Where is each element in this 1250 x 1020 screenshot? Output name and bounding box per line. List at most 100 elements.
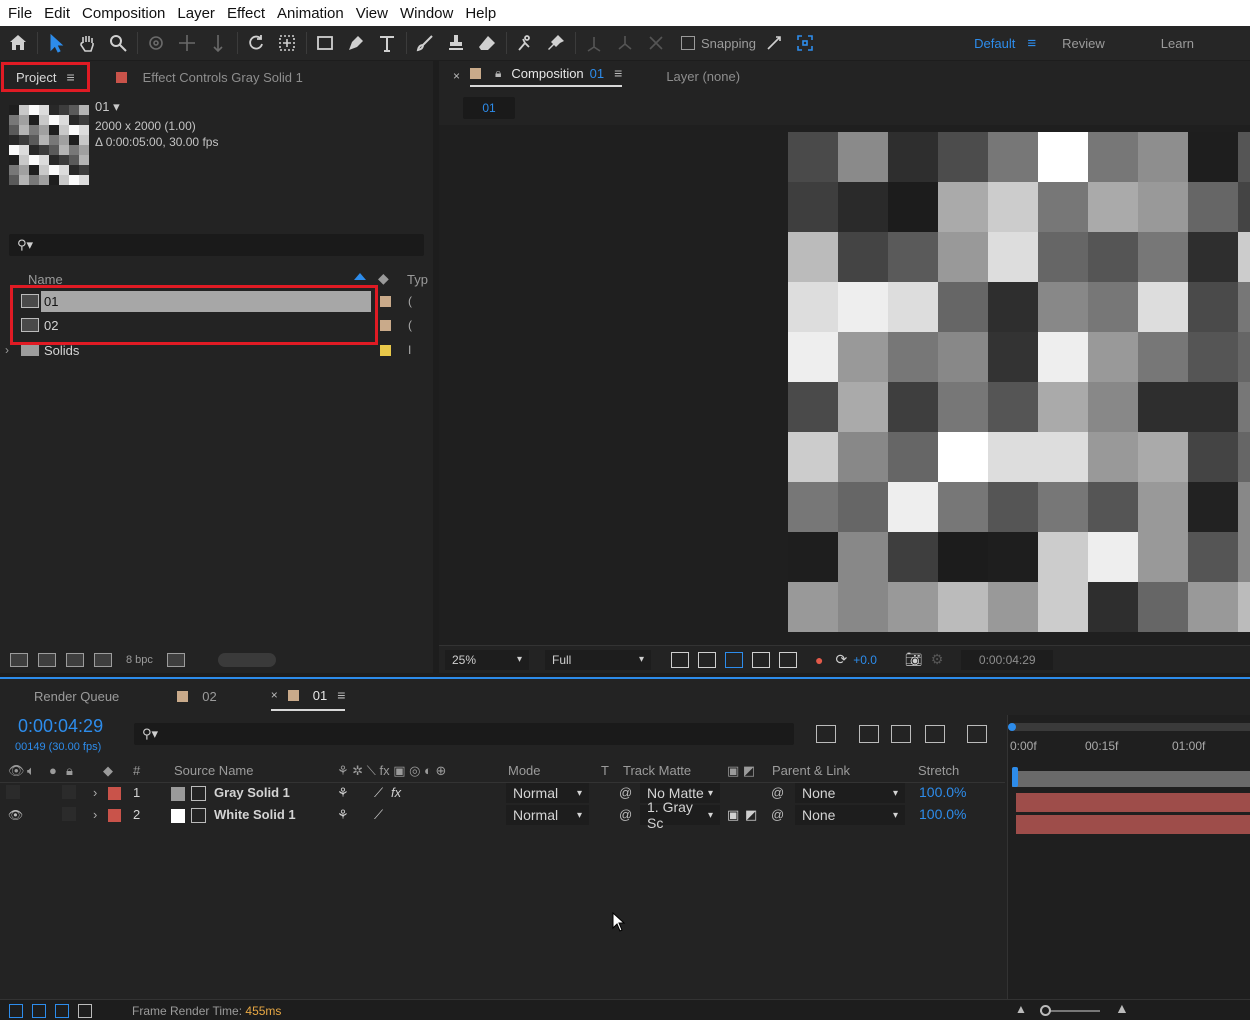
mode-dropdown[interactable]: Normal ▾ bbox=[506, 783, 589, 803]
time-navigator-handle[interactable] bbox=[1008, 723, 1016, 731]
mask-visibility-icon[interactable] bbox=[752, 651, 770, 668]
lock-toggle[interactable] bbox=[62, 785, 76, 799]
shy-switch-icon[interactable]: ⚘ bbox=[337, 807, 349, 823]
panel-menu-icon[interactable]: ≡ bbox=[66, 69, 74, 85]
snapping-checkbox[interactable] bbox=[681, 36, 695, 50]
chevron-right-icon[interactable]: › bbox=[93, 807, 97, 822]
fast-previews-icon[interactable] bbox=[671, 651, 689, 668]
panel-menu-icon[interactable]: ≡ bbox=[614, 65, 622, 81]
workspace-review[interactable]: Review bbox=[1062, 36, 1105, 51]
panel-menu-icon[interactable]: ≡ bbox=[337, 687, 345, 703]
menu-window[interactable]: Window bbox=[396, 5, 461, 22]
menu-animation[interactable]: Animation bbox=[273, 5, 352, 22]
lock-icon[interactable]: 🔒︎ bbox=[495, 66, 501, 81]
selection-tool-icon[interactable] bbox=[43, 30, 69, 56]
puppet-pin-tool-icon[interactable] bbox=[543, 30, 569, 56]
current-time-display[interactable]: 0:00:04:29 bbox=[961, 649, 1054, 670]
layer-duration-bar[interactable] bbox=[1016, 793, 1250, 812]
snap-grid-icon[interactable] bbox=[792, 30, 818, 56]
parent-pickwhip-icon[interactable]: @ bbox=[771, 785, 784, 800]
matte-alpha-icon[interactable]: ▣ bbox=[727, 807, 739, 823]
interpret-footage-icon[interactable] bbox=[10, 653, 28, 667]
pickwhip-icon[interactable]: @ bbox=[619, 785, 632, 800]
timeline-search-input[interactable]: ⚲▾ bbox=[134, 723, 794, 745]
motion-blur-icon[interactable] bbox=[925, 725, 945, 743]
layer-row[interactable]: › 1 Gray Solid 1 ⚘ ⟋ fx Normal ▾ @ No Mat… bbox=[0, 782, 1005, 804]
work-area-bar[interactable] bbox=[1012, 771, 1250, 787]
rectangle-tool-icon[interactable] bbox=[312, 30, 338, 56]
hand-tool-icon[interactable] bbox=[74, 30, 100, 56]
frame-blending-icon[interactable] bbox=[891, 725, 911, 743]
snapping-toggle[interactable]: Snapping bbox=[681, 36, 756, 51]
label-color-swatch[interactable] bbox=[380, 295, 391, 307]
effect-controls-tab[interactable]: Effect Controls Gray Solid 1 bbox=[115, 70, 303, 85]
new-composition-icon[interactable] bbox=[66, 653, 84, 667]
shy-switch-icon[interactable]: ⚘ bbox=[337, 785, 349, 801]
lock-toggle[interactable] bbox=[62, 807, 76, 821]
layer-name[interactable]: White Solid 1 bbox=[214, 807, 296, 822]
quality-switch-icon[interactable]: ⟋ bbox=[374, 785, 383, 801]
quality-switch-icon[interactable]: ⟋ bbox=[374, 807, 383, 823]
parent-pickwhip-icon[interactable]: @ bbox=[771, 807, 784, 822]
menu-composition[interactable]: Composition bbox=[78, 5, 173, 22]
project-search-input[interactable]: ⚲▾ bbox=[9, 234, 424, 256]
column-source-name[interactable]: Source Name bbox=[174, 763, 253, 778]
snap-options-icon[interactable] bbox=[761, 30, 787, 56]
visibility-toggle[interactable] bbox=[6, 785, 20, 799]
pan-camera-icon[interactable] bbox=[174, 30, 200, 56]
local-axis-icon[interactable] bbox=[581, 30, 607, 56]
timeline-tab-02[interactable]: 02 bbox=[177, 689, 217, 704]
snapshot-camera-icon[interactable]: 📷︎ bbox=[905, 651, 923, 668]
render-queue-tab[interactable]: Render Queue bbox=[34, 689, 119, 704]
eraser-tool-icon[interactable] bbox=[474, 30, 500, 56]
graph-editor-icon[interactable] bbox=[967, 725, 987, 743]
parent-dropdown[interactable]: None ▾ bbox=[795, 805, 905, 825]
region-of-interest-icon[interactable] bbox=[725, 651, 743, 668]
label-color-swatch[interactable] bbox=[380, 319, 391, 331]
zoom-in-icon[interactable]: ▲ bbox=[1115, 1000, 1129, 1016]
workspace-menu-icon[interactable]: ≡ bbox=[1027, 35, 1036, 52]
layer-row[interactable]: 👁︎ › 2 White Solid 1 ⚘ ⟋ Normal ▾ @ 1. Gr… bbox=[0, 799, 1005, 831]
render-time-toggle-icon[interactable] bbox=[78, 1004, 92, 1018]
time-graph[interactable]: 0:00f 00:15f 01:00f bbox=[1007, 715, 1250, 1000]
composition-navigator-tab[interactable]: 01 bbox=[463, 97, 515, 119]
label-tag-icon[interactable]: ◆ bbox=[103, 763, 113, 779]
close-icon[interactable]: × bbox=[453, 69, 460, 83]
roto-brush-tool-icon[interactable] bbox=[512, 30, 538, 56]
orbit-camera-icon[interactable] bbox=[143, 30, 169, 56]
menu-file[interactable]: File bbox=[4, 5, 40, 22]
bit-depth-button[interactable]: 8 bpc bbox=[126, 654, 153, 666]
horizontal-scrollbar[interactable] bbox=[218, 653, 276, 667]
exposure-value[interactable]: +0.0 bbox=[853, 653, 877, 667]
home-icon[interactable] bbox=[5, 30, 31, 56]
in-out-toggle-icon[interactable] bbox=[55, 1004, 69, 1018]
menu-view[interactable]: View bbox=[352, 5, 396, 22]
workspace-learn[interactable]: Learn bbox=[1161, 36, 1194, 51]
composition-flowchart-icon[interactable] bbox=[816, 725, 836, 743]
current-time[interactable]: 0:00:04:29 bbox=[18, 716, 103, 737]
stretch-value[interactable]: 100.0% bbox=[919, 784, 966, 800]
pen-tool-icon[interactable] bbox=[343, 30, 369, 56]
layer-switches-toggle-icon[interactable] bbox=[9, 1004, 23, 1018]
matte-invert-icon[interactable]: ◩ bbox=[745, 807, 757, 823]
pickwhip-icon[interactable]: @ bbox=[619, 807, 632, 822]
menu-layer[interactable]: Layer bbox=[173, 5, 223, 22]
menu-effect[interactable]: Effect bbox=[223, 5, 273, 22]
project-tab[interactable]: Project ≡ bbox=[1, 62, 90, 92]
eye-icon[interactable]: 👁︎ bbox=[8, 763, 25, 779]
channels-icon[interactable]: ● bbox=[815, 652, 823, 668]
shy-layers-icon[interactable] bbox=[859, 725, 879, 743]
solo-icon[interactable]: ● bbox=[49, 763, 57, 778]
label-color-swatch[interactable] bbox=[380, 344, 391, 356]
world-axis-icon[interactable] bbox=[612, 30, 638, 56]
type-tool-icon[interactable] bbox=[374, 30, 400, 56]
trash-icon[interactable] bbox=[166, 653, 185, 667]
audio-icon[interactable]: 🔈︎ bbox=[27, 763, 35, 779]
chevron-right-icon[interactable]: › bbox=[93, 785, 97, 800]
zoom-tool-icon[interactable] bbox=[105, 30, 131, 56]
dolly-camera-icon[interactable] bbox=[205, 30, 231, 56]
mode-dropdown[interactable]: Normal ▾ bbox=[506, 805, 589, 825]
sort-ascending-icon[interactable] bbox=[354, 273, 366, 280]
zoom-out-icon[interactable]: ▲ bbox=[1015, 1002, 1027, 1016]
workspace-default[interactable]: Default bbox=[974, 36, 1015, 51]
